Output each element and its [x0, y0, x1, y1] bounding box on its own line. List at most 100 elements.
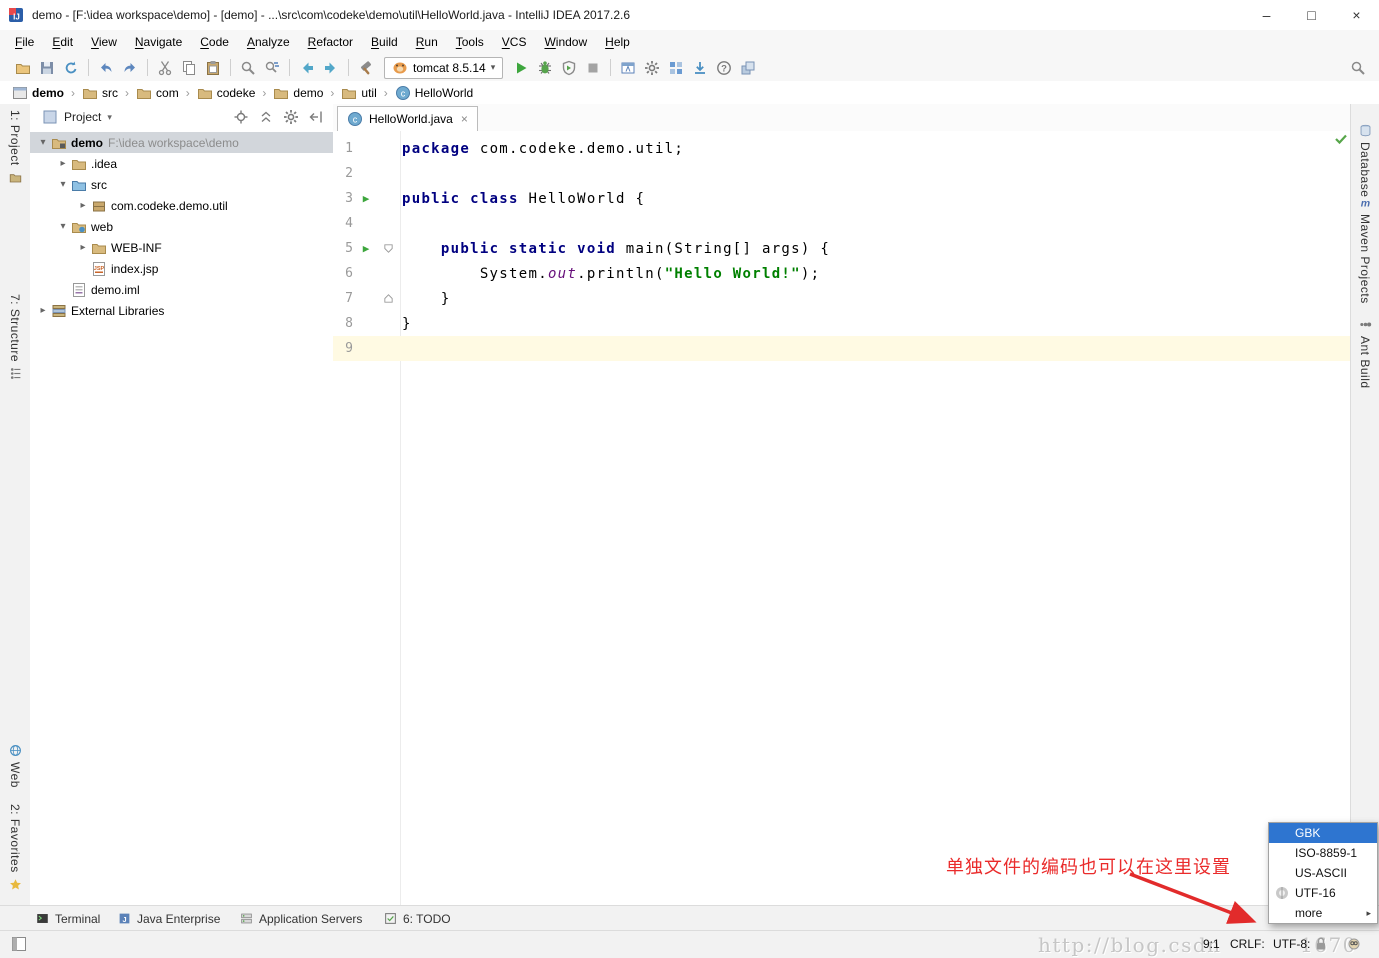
tool-window-button-database[interactable]: Database	[1351, 124, 1379, 197]
menu-window[interactable]: Window	[535, 30, 596, 54]
open-button[interactable]	[12, 57, 34, 79]
tree-expand-arrow[interactable]: ▾	[56, 179, 70, 190]
menu-help[interactable]: Help	[596, 30, 639, 54]
tool-window-button-1-project[interactable]: 1: Project	[0, 110, 30, 184]
project-structure-button[interactable]	[665, 57, 687, 79]
replace-button[interactable]	[261, 57, 283, 79]
toolwindow-toggle-icon[interactable]	[11, 936, 27, 952]
fold-bottom-icon[interactable]	[379, 293, 397, 304]
encoding-option-utf-16[interactable]: UTF-16	[1269, 883, 1377, 903]
code-editor[interactable]: 1package com.codeke.demo.util;23▶public …	[333, 131, 1351, 905]
minimize-button[interactable]: –	[1244, 0, 1289, 30]
tool-window-button-maven-projects[interactable]: mMaven Projects	[1351, 196, 1379, 304]
menu-run[interactable]: Run	[407, 30, 447, 54]
back-button[interactable]	[296, 57, 318, 79]
close-button[interactable]: ×	[1334, 0, 1379, 30]
tool-window-button-ant-build[interactable]: Ant Build	[1351, 318, 1379, 389]
locate-button[interactable]	[232, 108, 250, 126]
tree-row-web[interactable]: ▾web	[30, 216, 333, 237]
fold-top-icon[interactable]	[379, 243, 397, 254]
breadcrumb-demo[interactable]: demo	[271, 85, 325, 101]
tree-row-src[interactable]: ▾src	[30, 174, 333, 195]
settings-button[interactable]	[641, 57, 663, 79]
breadcrumb-com[interactable]: com	[134, 85, 181, 101]
search-everywhere-button[interactable]	[1347, 57, 1369, 79]
tree-row-idea[interactable]: ▸.idea	[30, 153, 333, 174]
run-button[interactable]	[510, 57, 532, 79]
line-separator-widget[interactable]: CRLF:	[1230, 937, 1265, 951]
chevron-down-icon[interactable]: ▾	[107, 112, 112, 123]
tree-expand-arrow[interactable]: ▸	[56, 158, 70, 169]
tree-expand-arrow[interactable]: ▾	[56, 221, 70, 232]
hector-icon[interactable]	[1346, 935, 1362, 951]
help-button[interactable]: ?	[713, 57, 735, 79]
save-all-button[interactable]	[36, 57, 58, 79]
breadcrumb-src[interactable]: src	[80, 85, 120, 101]
run-line-icon[interactable]: ▶	[353, 192, 379, 205]
find-button[interactable]	[237, 57, 259, 79]
cut-button[interactable]	[154, 57, 176, 79]
menu-code[interactable]: Code	[191, 30, 238, 54]
maximize-button[interactable]: □	[1289, 0, 1334, 30]
menu-refactor[interactable]: Refactor	[299, 30, 362, 54]
breadcrumb-util[interactable]: util	[339, 85, 378, 101]
breadcrumb-codeke[interactable]: codeke	[195, 85, 258, 101]
tab-helloworld-java[interactable]: c HelloWorld.java ×	[337, 106, 478, 131]
project-panel-title[interactable]: Project	[64, 110, 101, 124]
tree-row-external-libraries[interactable]: ▸External Libraries	[30, 300, 333, 321]
caret-position-widget[interactable]: 9:1	[1203, 937, 1220, 951]
tree-row-web-inf[interactable]: ▸WEB-INF	[30, 237, 333, 258]
gear-button[interactable]	[282, 108, 300, 126]
module-settings-button[interactable]	[737, 57, 759, 79]
menu-vcs[interactable]: VCS	[493, 30, 536, 54]
breadcrumb-demo[interactable]: demo	[10, 85, 66, 101]
close-icon[interactable]: ×	[461, 112, 468, 126]
tool-window-button-web[interactable]: Web	[0, 744, 30, 788]
hide-panel-button[interactable]	[307, 108, 325, 126]
encoding-option-us-ascii[interactable]: US-ASCII	[1269, 863, 1377, 883]
editor-area[interactable]: c HelloWorld.java × 1package com.codeke.…	[333, 104, 1351, 905]
breadcrumb-helloworld[interactable]: cHelloWorld	[393, 85, 475, 101]
undo-button[interactable]	[95, 57, 117, 79]
menu-edit[interactable]: Edit	[43, 30, 82, 54]
encoding-option-gbk[interactable]: GBK	[1269, 823, 1377, 843]
inspection-status-icon[interactable]	[1334, 132, 1348, 146]
tree-row-demo[interactable]: ▾demoF:\idea workspace\demo	[30, 132, 333, 153]
tool-window-button-2-favorites[interactable]: 2: Favorites	[0, 804, 30, 891]
tree-row-com-codeke-demo-util[interactable]: ▸com.codeke.demo.util	[30, 195, 333, 216]
encoding-option-iso-8859-1[interactable]: ISO-8859-1	[1269, 843, 1377, 863]
run-config-select[interactable]: tomcat 8.5.14▾	[384, 57, 503, 79]
tool-window-button-7-structure[interactable]: 7: Structure	[0, 294, 30, 380]
edit-configurations-button[interactable]	[617, 57, 639, 79]
run-line-icon[interactable]: ▶	[353, 242, 379, 255]
tree-expand-arrow[interactable]: ▾	[36, 137, 50, 148]
sync-button[interactable]	[60, 57, 82, 79]
tree-row-demo-iml[interactable]: demo.iml	[30, 279, 333, 300]
tool-window-button-java-enterprise[interactable]: JJava Enterprise	[118, 906, 220, 931]
tree-row-index-jsp[interactable]: JSPindex.jsp	[30, 258, 333, 279]
encoding-widget[interactable]: UTF-8:	[1273, 937, 1310, 951]
menu-view[interactable]: View	[82, 30, 126, 54]
stop-button[interactable]	[582, 57, 604, 79]
menu-tools[interactable]: Tools	[447, 30, 493, 54]
debug-button[interactable]	[534, 57, 556, 79]
redo-button[interactable]	[119, 57, 141, 79]
tree-expand-arrow[interactable]: ▸	[76, 200, 90, 211]
lock-icon[interactable]	[1313, 936, 1329, 952]
menu-file[interactable]: File	[6, 30, 43, 54]
vcs-update-button[interactable]	[689, 57, 711, 79]
make-project-button[interactable]	[355, 57, 377, 79]
menu-navigate[interactable]: Navigate	[126, 30, 191, 54]
tool-window-button-application-servers[interactable]: Application Servers	[240, 906, 362, 931]
tree-expand-arrow[interactable]: ▸	[36, 305, 50, 316]
collapse-all-button[interactable]	[257, 108, 275, 126]
forward-button[interactable]	[320, 57, 342, 79]
tool-window-button-terminal[interactable]: Terminal	[36, 906, 100, 931]
copy-button[interactable]	[178, 57, 200, 79]
tree-expand-arrow[interactable]: ▸	[76, 242, 90, 253]
menu-analyze[interactable]: Analyze	[238, 30, 299, 54]
paste-button[interactable]	[202, 57, 224, 79]
tool-window-button-6-todo[interactable]: 6: TODO	[384, 906, 451, 931]
encoding-option-more[interactable]: more▸	[1269, 903, 1377, 923]
menu-build[interactable]: Build	[362, 30, 407, 54]
